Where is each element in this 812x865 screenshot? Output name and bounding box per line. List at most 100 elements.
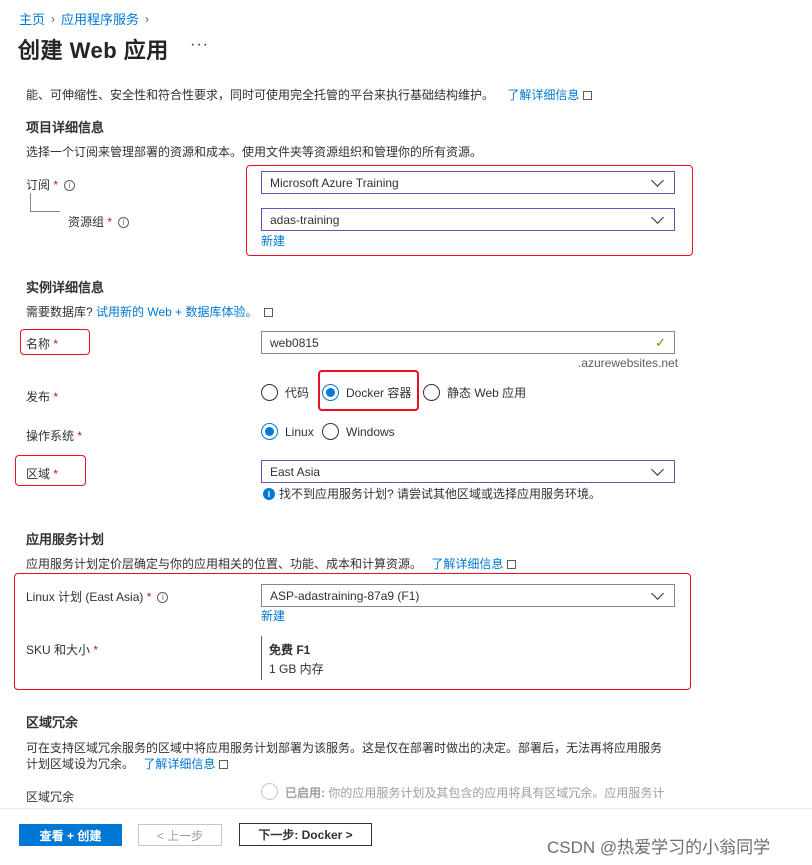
app-service-plan-desc: 应用服务计划定价层确定与你的应用相关的位置、功能、成本和计算资源。 了解详细信息 bbox=[26, 555, 517, 572]
chevron-right-icon: › bbox=[145, 11, 150, 26]
chevron-right-icon: › bbox=[51, 11, 56, 26]
publish-label-text: 发布 bbox=[26, 390, 51, 404]
required-marker: * bbox=[53, 390, 59, 404]
domain-suffix: .azurewebsites.net bbox=[578, 356, 679, 370]
resource-group-label-text: 资源组 bbox=[68, 215, 105, 229]
region-label-text: 区域 bbox=[26, 467, 51, 481]
zone-enabled-bold: 已启用: bbox=[285, 786, 325, 800]
project-details-desc: 选择一个订阅来管理部署的资源和成本。使用文件夹等资源组织和管理你的所有资源。 bbox=[26, 145, 483, 159]
external-link-icon bbox=[507, 560, 517, 570]
required-marker: * bbox=[77, 429, 83, 443]
more-options-icon[interactable]: ··· bbox=[190, 36, 209, 54]
sku-memory: 1 GB 内存 bbox=[269, 662, 324, 676]
publish-option-docker[interactable]: Docker 容器 bbox=[322, 384, 411, 401]
linux-plan-label: Linux 计划 (East Asia) * i bbox=[26, 588, 169, 605]
intro-text: 能、可伸缩性、安全性和符合性要求，同时可使用完全托管的平台来执行基础结构维护。 … bbox=[26, 86, 593, 103]
info-icon[interactable]: i bbox=[118, 217, 130, 229]
app-name-input[interactable]: web0815 ✓ bbox=[261, 331, 675, 354]
create-new-resource-group-link[interactable]: 新建 bbox=[261, 232, 285, 249]
subscription-label-text: 订阅 bbox=[26, 178, 51, 192]
required-marker: * bbox=[146, 590, 152, 604]
required-marker: * bbox=[93, 643, 99, 657]
learn-more-link[interactable]: 了解详细信息 bbox=[507, 88, 579, 102]
sku-label-text: SKU 和大小 bbox=[26, 643, 91, 657]
required-marker: * bbox=[53, 178, 59, 192]
os-option-linux[interactable]: Linux bbox=[261, 423, 314, 440]
name-label-text: 名称 bbox=[26, 337, 51, 351]
zone-enabled-text: 你的应用服务计划及其包含的应用将具有区域冗余。应用服务计 bbox=[328, 786, 665, 800]
info-filled-icon: i bbox=[263, 487, 275, 500]
linux-plan-select[interactable]: ASP-adastraining-87a9 (F1) bbox=[261, 584, 675, 607]
publish-option-static-label: 静态 Web 应用 bbox=[447, 386, 527, 400]
linux-plan-label-text: Linux 计划 (East Asia) bbox=[26, 590, 144, 604]
zone-redundancy-label: 区域冗余 bbox=[26, 790, 75, 804]
region-info-text: 找不到应用服务计划? 请尝试其他区域或选择应用服务环境。 bbox=[279, 487, 602, 501]
app-service-plan-desc-text: 应用服务计划定价层确定与你的应用相关的位置、功能、成本和计算资源。 bbox=[26, 557, 423, 571]
tree-line-horizontal bbox=[30, 211, 60, 212]
create-new-plan-link[interactable]: 新建 bbox=[261, 607, 285, 624]
region-select[interactable]: East Asia bbox=[261, 460, 675, 483]
previous-button[interactable]: < 上一步 bbox=[138, 824, 222, 846]
required-marker: * bbox=[107, 215, 113, 229]
subscription-select[interactable]: Microsoft Azure Training bbox=[261, 171, 675, 194]
breadcrumb-app-service[interactable]: 应用程序服务 bbox=[61, 9, 139, 28]
app-name-value: web0815 bbox=[270, 335, 319, 350]
breadcrumb-home[interactable]: 主页 bbox=[19, 9, 45, 28]
zone-desc-line1: 可在支持区域冗余服务的区域中将应用服务计划部署为该服务。这是仅在部署时做出的决定… bbox=[26, 741, 663, 755]
sku-divider bbox=[261, 636, 262, 680]
tree-line-vertical bbox=[30, 193, 31, 211]
info-icon[interactable]: i bbox=[157, 592, 169, 604]
required-marker: * bbox=[53, 467, 59, 481]
os-label: 操作系统 * bbox=[26, 427, 82, 444]
database-hint-text: 需要数据库? bbox=[26, 305, 93, 319]
resource-group-value: adas-training bbox=[270, 212, 340, 227]
external-link-icon bbox=[583, 91, 593, 101]
database-hint: 需要数据库? 试用新的 Web + 数据库体验。 bbox=[26, 303, 273, 320]
chevron-down-icon bbox=[651, 210, 664, 224]
watermark: CSDN @热爱学习的小翁同学 bbox=[547, 838, 771, 857]
instance-details-heading: 实例详细信息 bbox=[26, 280, 105, 295]
radio-circle-selected bbox=[322, 384, 339, 401]
zone-option-enabled: 已启用: 你的应用服务计划及其包含的应用将具有区域冗余。应用服务计 bbox=[261, 783, 664, 801]
radio-circle bbox=[423, 384, 440, 401]
publish-option-code[interactable]: 代码 bbox=[261, 384, 309, 401]
publish-option-docker-label: Docker 容器 bbox=[346, 386, 412, 400]
resource-group-select[interactable]: adas-training bbox=[261, 208, 675, 231]
os-label-text: 操作系统 bbox=[26, 429, 75, 443]
project-details-heading: 项目详细信息 bbox=[26, 120, 105, 135]
learn-more-link[interactable]: 了解详细信息 bbox=[431, 557, 503, 571]
zone-desc-line2-text: 计划区域设为冗余。 bbox=[26, 757, 135, 771]
required-marker: * bbox=[53, 337, 59, 351]
chevron-down-icon bbox=[651, 173, 664, 187]
radio-circle bbox=[322, 423, 339, 440]
subscription-value: Microsoft Azure Training bbox=[270, 175, 399, 190]
sku-label: SKU 和大小 * bbox=[26, 641, 98, 658]
next-docker-button[interactable]: 下一步: Docker > bbox=[239, 823, 372, 846]
region-value: East Asia bbox=[270, 464, 321, 479]
zone-redundancy-heading: 区域冗余 bbox=[26, 715, 79, 730]
region-label: 区域 * bbox=[26, 465, 58, 482]
learn-more-link[interactable]: 了解详细信息 bbox=[143, 757, 215, 771]
chevron-down-icon bbox=[651, 586, 664, 600]
publish-label: 发布 * bbox=[26, 388, 58, 405]
chevron-down-icon bbox=[651, 462, 664, 476]
name-label: 名称 * bbox=[26, 335, 58, 352]
subscription-label: 订阅 * i bbox=[26, 176, 76, 193]
checkmark-icon: ✓ bbox=[655, 334, 666, 350]
review-create-button[interactable]: 查看 + 创建 bbox=[19, 824, 122, 846]
os-option-windows-label: Windows bbox=[346, 424, 395, 439]
os-option-linux-label: Linux bbox=[285, 424, 314, 439]
os-option-windows[interactable]: Windows bbox=[322, 423, 395, 440]
try-web-database-link[interactable]: 试用新的 Web + 数据库体验。 bbox=[96, 305, 257, 319]
radio-circle bbox=[261, 384, 278, 401]
publish-option-code-label: 代码 bbox=[285, 386, 310, 400]
radio-circle-selected bbox=[261, 423, 278, 440]
intro-description: 能、可伸缩性、安全性和符合性要求，同时可使用完全托管的平台来执行基础结构维护。 bbox=[26, 88, 495, 102]
linux-plan-value: ASP-adastraining-87a9 (F1) bbox=[270, 588, 420, 603]
info-icon[interactable]: i bbox=[64, 180, 76, 192]
resource-group-label: 资源组 * i bbox=[68, 213, 130, 230]
radio-circle-disabled bbox=[261, 783, 278, 800]
sku-name: 免费 F1 bbox=[269, 643, 311, 657]
app-service-plan-heading: 应用服务计划 bbox=[26, 532, 105, 547]
publish-option-static[interactable]: 静态 Web 应用 bbox=[423, 384, 526, 401]
